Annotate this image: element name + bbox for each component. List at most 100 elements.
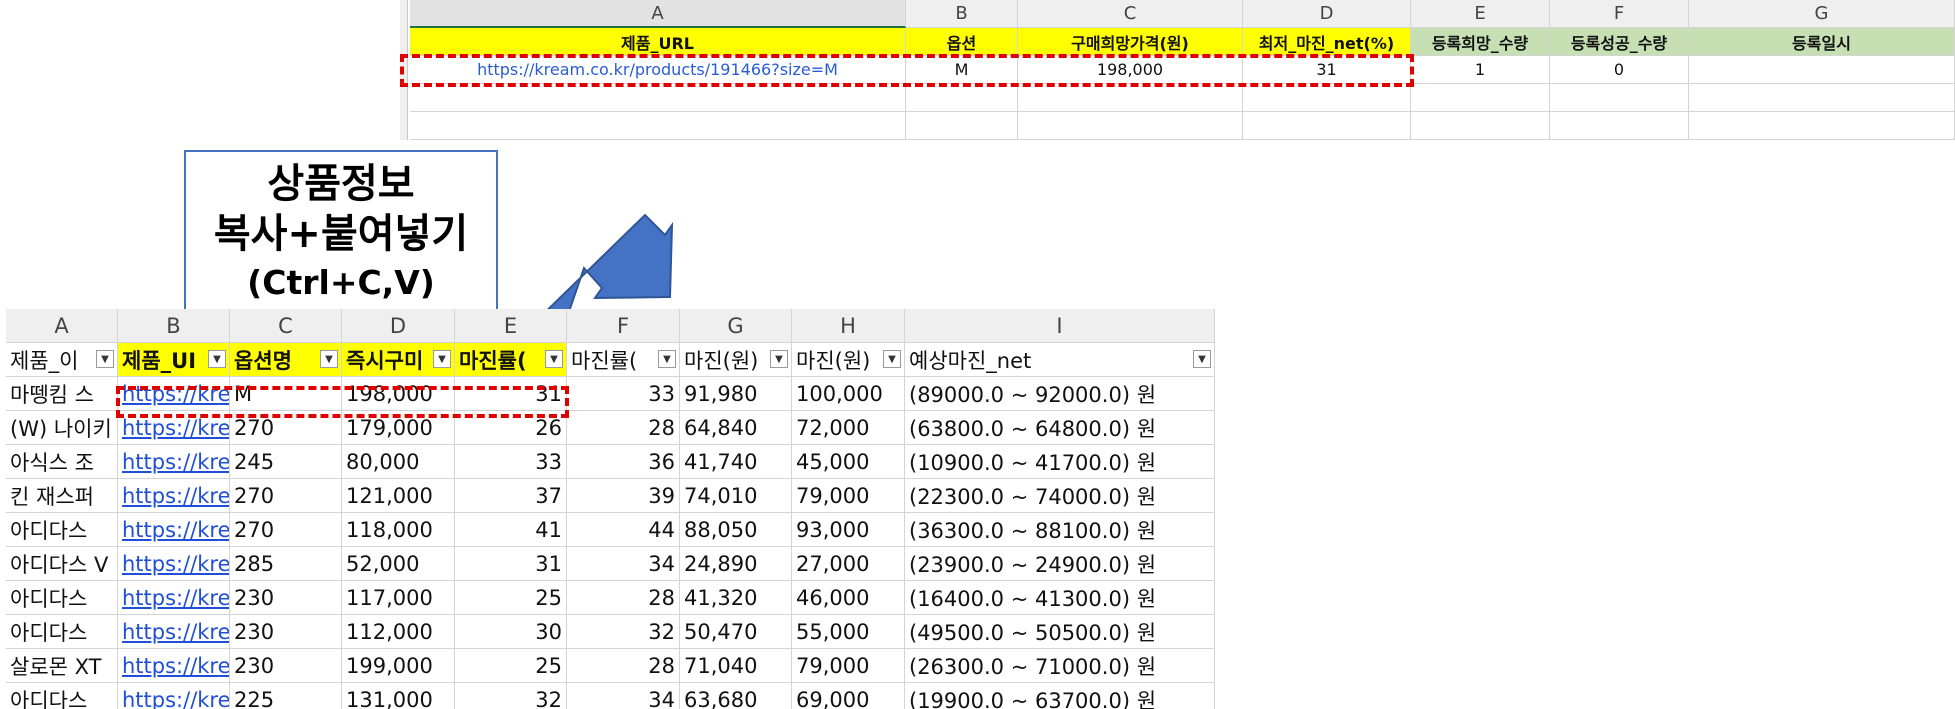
cell-product-url[interactable]: https://kre [118,377,230,411]
cell-product-url[interactable]: https://kre [118,547,230,581]
cell-margin-rate-2[interactable]: 34 [567,547,680,581]
cell-margin-rate[interactable]: 32 [455,683,567,709]
cell-instant-price[interactable]: 198,000 [342,377,455,411]
header-product-url[interactable]: 제품_UI ▼ [118,343,230,377]
cell-expected-margin[interactable]: (10900.0 ~ 41700.0) 원 [905,445,1215,479]
cell-margin-rate-2[interactable]: 39 [567,479,680,513]
product-link[interactable]: https://kre [122,518,229,542]
cell-product-name[interactable]: 아디다스 V [6,547,118,581]
cell-expected-margin[interactable]: (19900.0 ~ 63700.0) 원 [905,683,1215,709]
cell-instant-price[interactable]: 199,000 [342,649,455,683]
cell-margin-won[interactable]: 74,010 [680,479,792,513]
filter-dropdown-icon[interactable]: ▼ [208,350,226,368]
cell-margin-rate-2[interactable]: 28 [567,649,680,683]
cell-margin-rate[interactable]: 33 [455,445,567,479]
cell-margin-rate-2[interactable]: 33 [567,377,680,411]
filter-dropdown-icon[interactable]: ▼ [883,350,901,368]
cell-product-name[interactable]: 살로몬 XT [6,649,118,683]
cell-product-name[interactable]: 아식스 조 [6,445,118,479]
cell-product-url[interactable]: https://kre [118,513,230,547]
cell-margin-won[interactable]: 41,320 [680,581,792,615]
bottom-col-header-g[interactable]: G [680,309,792,343]
bottom-col-header-b[interactable]: B [118,309,230,343]
bottom-col-header-f[interactable]: F [567,309,680,343]
bottom-col-header-e[interactable]: E [455,309,567,343]
cell-product-url[interactable]: https://kre [118,649,230,683]
cell-margin-won-2[interactable]: 45,000 [792,445,905,479]
header-margin-rate[interactable]: 마진률(▼ [455,343,567,377]
cell-margin-won[interactable]: 88,050 [680,513,792,547]
product-link[interactable]: https://kre [122,654,229,678]
header-margin-won-2[interactable]: 마진(원) ▼ [792,343,905,377]
cell-margin-won[interactable]: 41,740 [680,445,792,479]
cell-option-name[interactable]: 230 [230,649,342,683]
filter-dropdown-icon[interactable]: ▼ [96,350,114,368]
product-link[interactable]: https://kre [122,586,229,610]
cell-margin-rate-2[interactable]: 34 [567,683,680,709]
cell-option-name[interactable]: 270 [230,411,342,445]
cell-option-name[interactable]: 225 [230,683,342,709]
product-link[interactable]: https://kre [122,416,229,440]
cell-product-url[interactable]: https://kre [118,445,230,479]
cell-margin-rate-2[interactable]: 28 [567,581,680,615]
filter-dropdown-icon[interactable]: ▼ [320,350,338,368]
header-margin-won[interactable]: 마진(원) ▼ [680,343,792,377]
cell-margin-won-2[interactable]: 72,000 [792,411,905,445]
header-instant-price[interactable]: 즉시구미 ▼ [342,343,455,377]
cell-margin-rate-2[interactable]: 44 [567,513,680,547]
cell-option-name[interactable]: 270 [230,479,342,513]
cell-expected-margin[interactable]: (26300.0 ~ 71000.0) 원 [905,649,1215,683]
bottom-col-header-i[interactable]: I [905,309,1215,343]
cell-option-name[interactable]: 245 [230,445,342,479]
cell-margin-won-2[interactable]: 79,000 [792,479,905,513]
cell-margin-won-2[interactable]: 55,000 [792,615,905,649]
cell-margin-rate[interactable]: 41 [455,513,567,547]
filter-dropdown-icon[interactable]: ▼ [1193,350,1211,368]
cell-expected-margin[interactable]: (23900.0 ~ 24900.0) 원 [905,547,1215,581]
cell-expected-margin[interactable]: (63800.0 ~ 64800.0) 원 [905,411,1215,445]
cell-margin-won[interactable]: 71,040 [680,649,792,683]
cell-instant-price[interactable]: 52,000 [342,547,455,581]
cell-margin-rate[interactable]: 25 [455,581,567,615]
cell-instant-price[interactable]: 131,000 [342,683,455,709]
cell-margin-rate[interactable]: 25 [455,649,567,683]
cell-margin-won-2[interactable]: 93,000 [792,513,905,547]
bottom-col-header-a[interactable]: A [6,309,118,343]
cell-margin-won[interactable]: 91,980 [680,377,792,411]
cell-product-name[interactable]: 킨 재스퍼 [6,479,118,513]
cell-margin-won-2[interactable]: 79,000 [792,649,905,683]
cell-margin-won[interactable]: 24,890 [680,547,792,581]
cell-expected-margin[interactable]: (16400.0 ~ 41300.0) 원 [905,581,1215,615]
cell-product-name[interactable]: 마뗑킴 스 [6,377,118,411]
cell-product-url[interactable]: https://kre [118,615,230,649]
header-option-name[interactable]: 옵션명 ▼ [230,343,342,377]
header-margin-rate-2[interactable]: 마진률(▼ [567,343,680,377]
cell-instant-price[interactable]: 112,000 [342,615,455,649]
product-link[interactable]: https://kre [122,688,229,709]
cell-option-name[interactable]: 230 [230,581,342,615]
product-link[interactable]: https://kre [122,450,229,474]
cell-margin-won-2[interactable]: 100,000 [792,377,905,411]
bottom-col-header-h[interactable]: H [792,309,905,343]
product-link[interactable]: https://kre [122,552,229,576]
cell-margin-rate[interactable]: 30 [455,615,567,649]
cell-margin-rate[interactable]: 31 [455,377,567,411]
filter-dropdown-icon[interactable]: ▼ [658,350,676,368]
cell-expected-margin[interactable]: (36300.0 ~ 88100.0) 원 [905,513,1215,547]
bottom-col-header-d[interactable]: D [342,309,455,343]
cell-margin-won-2[interactable]: 46,000 [792,581,905,615]
header-expected-margin[interactable]: 예상마진_net ▼ [905,343,1215,377]
cell-margin-won-2[interactable]: 69,000 [792,683,905,709]
cell-margin-won[interactable]: 64,840 [680,411,792,445]
cell-margin-rate-2[interactable]: 36 [567,445,680,479]
cell-option-name[interactable]: 270 [230,513,342,547]
cell-margin-rate[interactable]: 31 [455,547,567,581]
product-link[interactable]: https://kre [122,484,229,508]
cell-product-name[interactable]: 아디다스 [6,513,118,547]
cell-margin-won[interactable]: 50,470 [680,615,792,649]
filter-dropdown-icon[interactable]: ▼ [433,350,451,368]
cell-margin-rate[interactable]: 37 [455,479,567,513]
cell-expected-margin[interactable]: (49500.0 ~ 50500.0) 원 [905,615,1215,649]
cell-instant-price[interactable]: 118,000 [342,513,455,547]
bottom-col-header-c[interactable]: C [230,309,342,343]
